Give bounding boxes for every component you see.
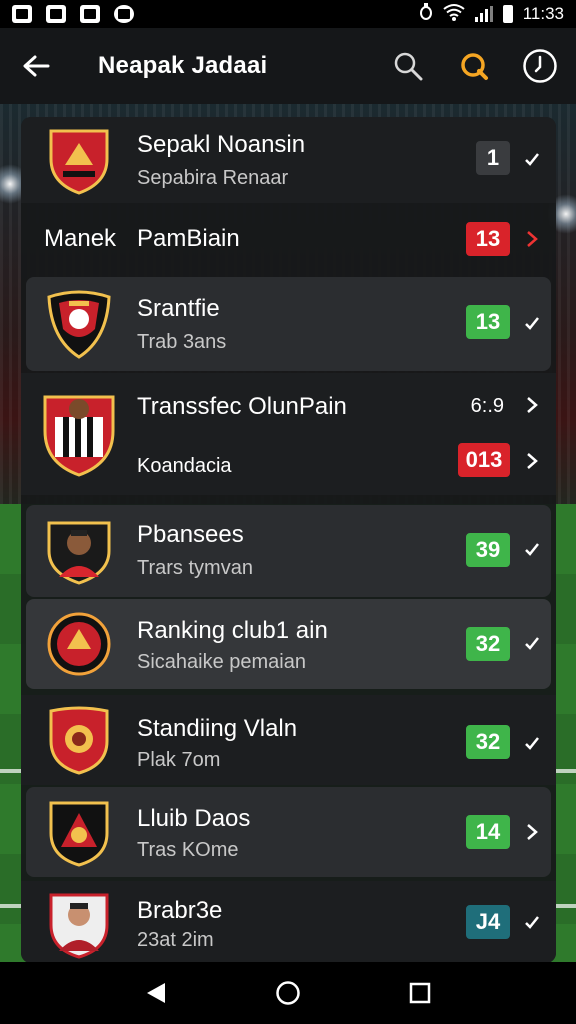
player-avatar (47, 515, 111, 585)
row-value: 6:.9 (470, 395, 504, 417)
back-button[interactable] (16, 46, 56, 86)
nav-recents-button[interactable] (398, 971, 442, 1015)
chevron-right-icon (520, 820, 544, 844)
row-subtitle: Trars tymvan (137, 557, 253, 579)
system-nav-bar (0, 962, 576, 1024)
row-title: Ranking club1 ain (137, 617, 328, 644)
count-badge: 1 (476, 141, 510, 175)
row-title: Sepakl Noansin (137, 131, 306, 158)
club-crest-icon (47, 609, 111, 679)
circle-home-icon (276, 981, 300, 1005)
check-icon (520, 631, 544, 655)
notification-icon (114, 5, 134, 23)
notification-icon (12, 5, 32, 23)
row-subtitle: Sicahaike pemaian (137, 651, 306, 673)
count-badge: 13 (466, 222, 510, 256)
signal-icon (474, 6, 493, 22)
club-crest-icon (47, 705, 111, 775)
list-item[interactable]: Ranking club1 ain Sicahaike pemaian 32 (26, 599, 551, 689)
row-title: Lluib Daos (137, 805, 251, 832)
list-item[interactable]: Standiing Vlaln Plak 7om 32 (21, 695, 556, 785)
section-title: PamBiain (137, 225, 240, 252)
row-title: Brabr3e (137, 897, 223, 924)
count-badge: 32 (466, 725, 510, 759)
check-icon (520, 147, 544, 171)
count-badge: 14 (466, 815, 510, 849)
row-title: Srantfie (137, 295, 220, 322)
row-subtitle: Tras KOme (137, 839, 239, 861)
section-left-label: Manek (44, 225, 117, 252)
check-icon (520, 910, 544, 934)
club-list-panel: Sepakl Noansin Sepabira Renaar 1 Manek P… (21, 117, 556, 963)
list-item[interactable]: Lluib Daos Tras KOme 14 (26, 787, 551, 877)
count-badge: 39 (466, 533, 510, 567)
search-button[interactable] (388, 46, 428, 86)
row-subtitle: Trab 3ans (137, 331, 227, 353)
check-icon (520, 731, 544, 755)
club-crest-icon (41, 387, 117, 477)
count-badge: J4 (466, 905, 510, 939)
row-subtitle: 23at 2im (137, 929, 214, 951)
club-crest-icon (47, 797, 111, 867)
club-crest-icon (47, 289, 111, 359)
chevron-right-icon (520, 393, 544, 417)
square-recents-icon (409, 982, 431, 1004)
list-item[interactable]: Brabr3e 23at 2im J4 (21, 881, 556, 963)
list-item[interactable]: Transsfec OlunPain 6:.9 Koandacia 013 (21, 373, 556, 495)
nav-back-button[interactable] (134, 971, 178, 1015)
battery-icon (502, 5, 513, 23)
list-item[interactable]: Sepakl Noansin Sepabira Renaar 1 (21, 117, 556, 203)
club-crest-icon (47, 125, 111, 195)
list-item[interactable]: Srantfie Trab 3ans 13 (26, 277, 551, 371)
count-badge: 32 (466, 627, 510, 661)
check-icon (520, 537, 544, 561)
chevron-right-icon (520, 227, 544, 251)
section-header[interactable]: Manek PamBiain 13 (21, 203, 556, 275)
refresh-button[interactable] (454, 46, 494, 86)
arrow-left-icon (23, 55, 50, 77)
wifi-icon (443, 3, 465, 26)
count-badge: 13 (466, 305, 510, 339)
notification-icon (80, 5, 100, 23)
row-title: Pbansees (137, 521, 244, 548)
status-bar: 11:33 (0, 0, 576, 28)
search-icon (394, 52, 423, 81)
history-button[interactable] (520, 46, 560, 86)
triangle-back-icon (147, 983, 165, 1003)
player-avatar (47, 889, 111, 959)
notification-icon (46, 5, 66, 23)
refresh-icon (461, 53, 488, 80)
row-subtitle: Sepabira Renaar (137, 167, 289, 189)
nav-home-button[interactable] (266, 971, 310, 1015)
check-icon (520, 311, 544, 335)
row-subtitle: Plak 7om (137, 749, 221, 771)
row-title: Transsfec OlunPain (137, 393, 347, 420)
page-title: Neapak Jadaai (98, 52, 268, 79)
count-badge: 013 (458, 443, 510, 477)
list-item[interactable]: Pbansees Trars tymvan 39 (26, 505, 551, 597)
row-subtitle: Koandacia (137, 455, 232, 477)
alarm-icon (419, 2, 433, 26)
clock-icon (523, 49, 557, 83)
chevron-right-icon (520, 449, 544, 473)
row-title: Standiing Vlaln (137, 715, 298, 742)
top-app-bar: Neapak Jadaai (0, 28, 576, 104)
status-time: 11:33 (522, 4, 564, 23)
